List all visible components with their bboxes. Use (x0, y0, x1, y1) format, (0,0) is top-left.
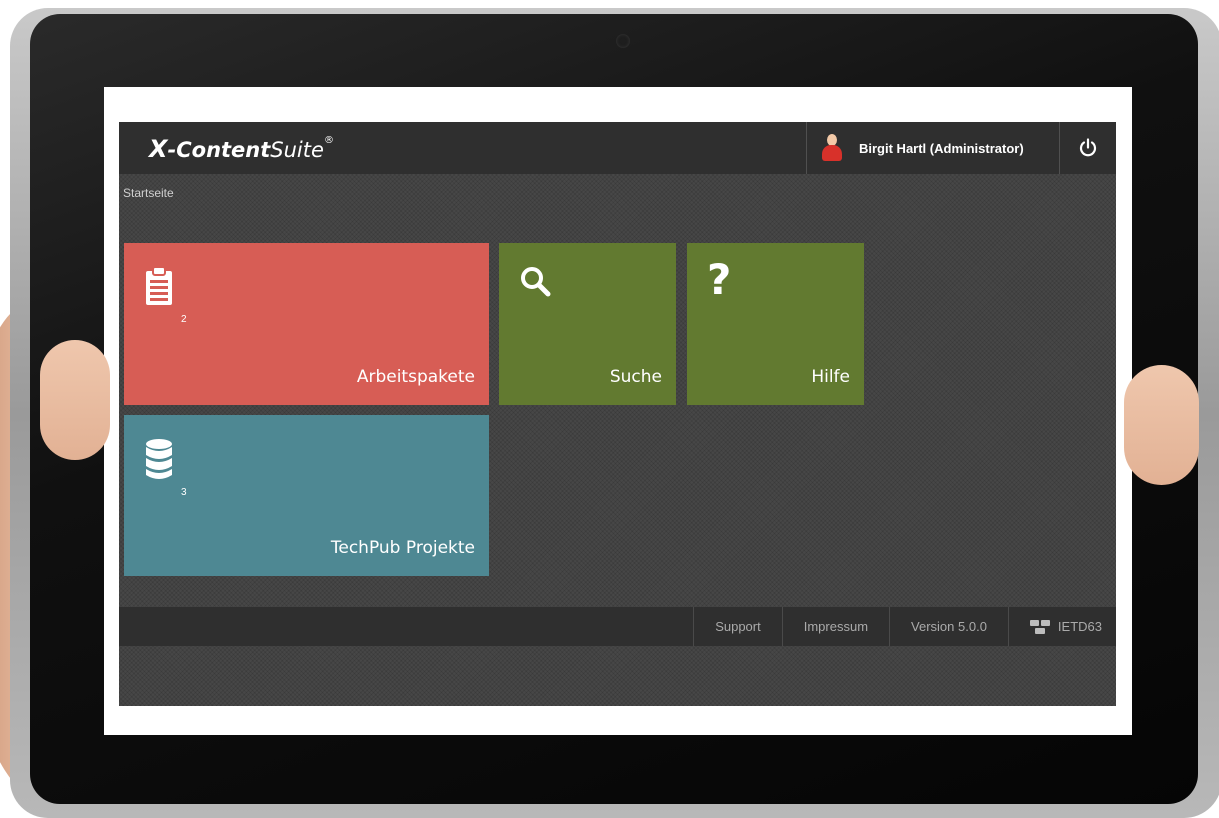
logo-suite: Suite (270, 138, 324, 162)
server-name: IETD63 (1057, 619, 1102, 634)
user-name: Birgit Hartl (Administrator) (859, 140, 1024, 156)
right-thumb (1124, 365, 1199, 485)
app-window: X-ContentSuite® Birgit Hartl (Administra… (119, 122, 1116, 706)
user-avatar-icon (821, 134, 843, 162)
tablet-camera (616, 34, 630, 48)
server-icon (1029, 619, 1050, 635)
logout-button[interactable] (1059, 122, 1116, 174)
footer-support-link[interactable]: Support (693, 607, 782, 646)
left-thumb (40, 340, 110, 460)
tile-label: Arbeitspakete (356, 367, 475, 387)
breadcrumb[interactable]: Startseite (123, 186, 174, 200)
user-menu[interactable]: Birgit Hartl (Administrator) (806, 122, 1060, 174)
database-icon (144, 437, 176, 487)
tile-techpub-projekte[interactable]: 3 TechPub Projekte (124, 415, 489, 576)
tile-label: TechPub Projekte (330, 538, 475, 558)
logo-x: X (149, 135, 168, 163)
tile-label: Hilfe (811, 367, 850, 387)
tile-arbeitspakete[interactable]: 2 Arbeitspakete (124, 243, 489, 405)
clipboard-icon (144, 265, 178, 313)
top-bar: X-ContentSuite® Birgit Hartl (Administra… (119, 122, 1116, 174)
tile-suche[interactable]: Suche (499, 243, 676, 405)
arbeitspakete-count-badge: 2 (181, 314, 187, 325)
footer-impressum-link[interactable]: Impressum (781, 607, 889, 646)
logo-registered: ® (323, 135, 334, 146)
tile-label: Suche (609, 367, 662, 387)
footer-bar: Support Impressum Version 5.0.0 IETD63 (119, 607, 1116, 646)
tile-hilfe[interactable]: ? Hilfe (687, 243, 864, 405)
search-icon (519, 265, 553, 303)
footer-version: Version 5.0.0 (889, 607, 1008, 646)
footer-server: IETD63 (1007, 607, 1116, 646)
power-icon (1079, 138, 1096, 157)
help-icon: ? (707, 255, 732, 304)
logo-content: -Content (167, 138, 271, 162)
techpub-count-badge: 3 (181, 487, 187, 498)
app-logo[interactable]: X-ContentSuite® (149, 135, 334, 163)
